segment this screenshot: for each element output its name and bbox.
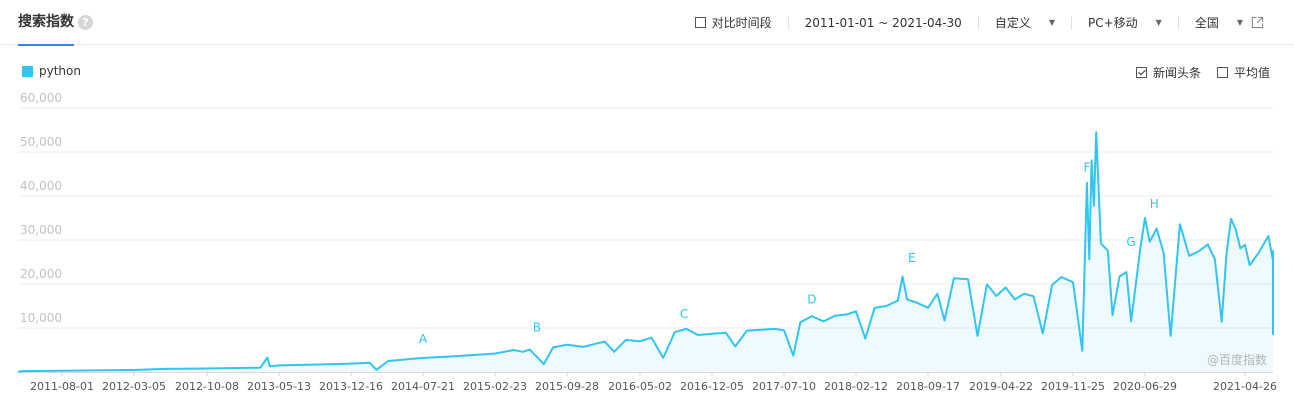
x-tick-label: 2012-03-05	[102, 380, 166, 393]
watermark: @百度指数	[1207, 353, 1268, 367]
annotation-E: E	[908, 251, 916, 265]
x-tick-label: 2019-11-25	[1041, 380, 1105, 393]
x-tick-label: 2013-05-13	[247, 380, 311, 393]
annotation-C: C	[680, 307, 688, 321]
x-tick-label: 2014-07-21	[391, 380, 455, 393]
y-tick-label: 40,000	[20, 179, 62, 193]
annotation-G: G	[1126, 235, 1135, 249]
annotation-A: A	[419, 332, 428, 346]
x-tick-label: 2011-08-01	[30, 380, 94, 393]
search-index-chart[interactable]: 60,000 50,000 40,000 30,000 20,000 10,000 2011…	[0, 0, 1294, 404]
annotation-F: F	[1083, 160, 1090, 174]
y-tick-label: 50,000	[20, 135, 62, 149]
y-tick-label: 30,000	[20, 223, 62, 237]
annotation-H: H	[1150, 197, 1159, 211]
x-tick-label: 2016-12-05	[680, 380, 744, 393]
x-tick-label: 2019-04-22	[969, 380, 1033, 393]
x-tick-label: 2016-05-02	[608, 380, 672, 393]
x-tick-label: 2020-06-29	[1113, 380, 1177, 393]
x-tick-label: 2017-07-10	[752, 380, 816, 393]
x-tick-label: 2012-10-08	[175, 380, 239, 393]
annotation-D: D	[807, 292, 816, 306]
x-tick-label: 2018-09-17	[896, 380, 960, 393]
x-tick-label: 2021-04-26	[1213, 380, 1277, 393]
y-tick-label: 10,000	[20, 311, 62, 325]
x-tick-label: 2013-12-16	[319, 380, 383, 393]
x-tick-label: 2018-02-12	[824, 380, 888, 393]
annotation-B: B	[533, 321, 541, 335]
y-tick-label: 60,000	[20, 91, 62, 105]
x-tick-label: 2015-02-23	[463, 380, 527, 393]
x-tick-label: 2015-09-28	[535, 380, 599, 393]
y-tick-label: 20,000	[20, 267, 62, 281]
